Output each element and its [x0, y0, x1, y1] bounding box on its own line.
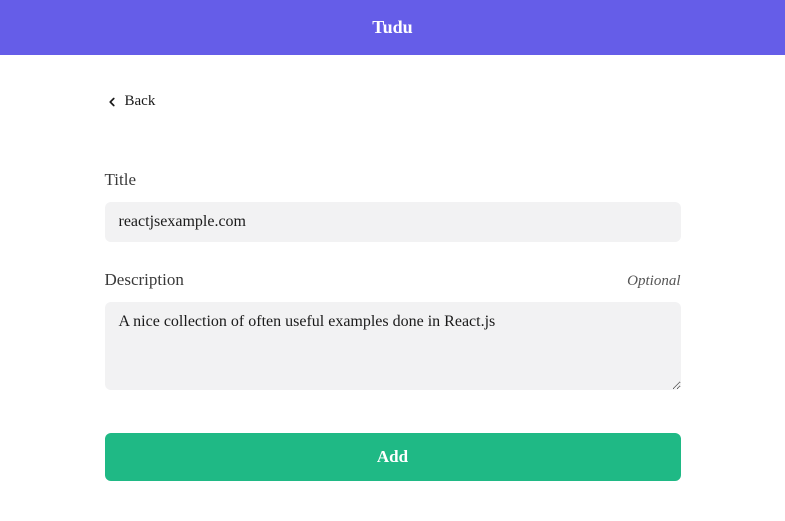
form-container: Back Title Description Optional Add: [105, 55, 681, 481]
description-label: Description: [105, 270, 184, 290]
description-field-group: Description Optional: [105, 270, 681, 395]
add-button[interactable]: Add: [105, 433, 681, 481]
title-input[interactable]: [105, 202, 681, 242]
title-field-group: Title: [105, 170, 681, 242]
chevron-left-icon: [105, 95, 119, 109]
back-label: Back: [125, 93, 156, 110]
optional-label: Optional: [627, 273, 680, 290]
title-label: Title: [105, 170, 137, 190]
description-input[interactable]: [105, 302, 681, 390]
back-button[interactable]: Back: [105, 93, 681, 110]
app-title: Tudu: [372, 17, 412, 38]
app-header: Tudu: [0, 0, 785, 55]
